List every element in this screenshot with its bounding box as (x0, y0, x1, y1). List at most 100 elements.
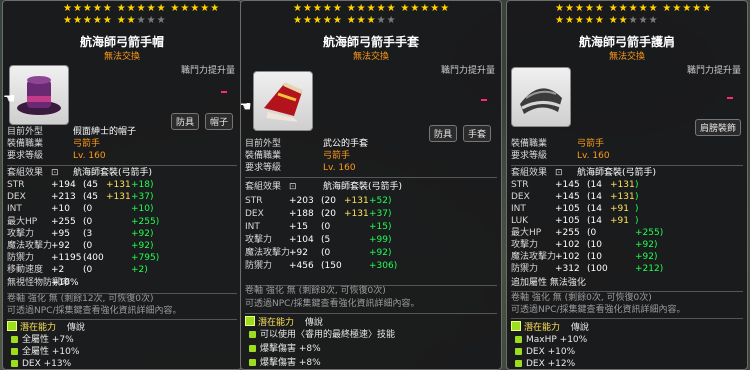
stat-label: 魔法攻擊力 (7, 241, 53, 251)
stat-star-bonus: +91 (610, 204, 629, 214)
stat-base: (45 (83, 180, 98, 190)
stat-total: +104 (289, 235, 314, 245)
trade-status: 無法交換 (608, 52, 645, 62)
stat-base: (10 (587, 252, 602, 262)
combat-power-label: 職鬥力提升量 (440, 66, 495, 76)
tag-category: 防具 (171, 113, 200, 130)
shoulder-item-icon (511, 67, 571, 127)
stat-diff-marker (727, 97, 733, 99)
potential-header: 潛在能力 傳說 (7, 321, 85, 333)
glove-item-icon (253, 71, 313, 131)
divider (511, 165, 743, 166)
item-title: 航海師弓箭手手套 (322, 35, 419, 49)
stat-total: +255 (555, 228, 580, 238)
stat-label: DEX (7, 192, 26, 203)
stat-diff-marker (221, 91, 227, 93)
stat-total: +145 (555, 180, 580, 190)
star-force-rows: ★★★★★ ★★★★★ ★★★★★ ★★★★★ ★★★★★ (63, 3, 221, 26)
stat-total: +145 (555, 192, 580, 202)
stat-base: (20 (321, 209, 336, 219)
stat-base: (0 (83, 265, 93, 276)
stat-total: +312 (555, 264, 580, 274)
stat-total: +105 (555, 216, 580, 226)
stat-label: 最大HP (7, 216, 38, 227)
stat-label: LUK (511, 216, 529, 226)
stat-label: 最大HP (511, 228, 542, 238)
stat-extra-bonus: +2) (131, 265, 148, 276)
stat-base: (400 (83, 253, 104, 264)
potential-icon (245, 316, 255, 326)
stat-extra-bonus: +255) (635, 228, 664, 238)
stat-star-bonus: +131 (106, 192, 131, 203)
stat-extra-bonus: +255) (131, 216, 160, 227)
stat-star-bonus: +131 (344, 196, 369, 206)
extra-attribute: 追加屬性 無法強化 (511, 278, 586, 288)
potential-line: MaxHP +10% (515, 334, 587, 346)
tag-slot: 手套 (463, 125, 492, 142)
stat-extra-bonus: +306) (369, 261, 398, 271)
stat-extra-bonus: +795) (131, 253, 160, 264)
potential-line: 爆擊傷害 +8% (249, 343, 321, 355)
stat-base: (100 (587, 264, 608, 274)
stat-base: (10 (587, 240, 602, 250)
stat-total: +213 (51, 192, 76, 203)
stat-label: INT (245, 222, 260, 232)
stat-extra-bonus: ) (635, 216, 639, 226)
stat-total: +10% (51, 277, 79, 288)
stat-base: (45 (83, 192, 98, 203)
divider (245, 177, 497, 178)
item-title: 航海師弓箭手護肩 (578, 35, 675, 49)
potential-icon (7, 321, 17, 331)
stat-base: (0 (321, 222, 331, 232)
stat-star-bonus: +131 (344, 209, 369, 219)
stat-base: (5 (321, 235, 331, 245)
stat-label: 移動速度 (7, 265, 44, 276)
divider (245, 313, 497, 314)
potential-line: DEX +12% (515, 358, 575, 369)
stat-total: +456 (289, 261, 314, 271)
stat-label: 防禦力 (245, 261, 273, 271)
potential-header: 潛在能力 傳說 (245, 316, 323, 328)
npc-note: 可透過NPC/採集鍵查看強化資訊詳細內容。 (7, 306, 182, 316)
stat-total: +92 (289, 248, 308, 258)
stat-base: (14 (587, 204, 602, 214)
stat-extra-bonus: ) (635, 192, 639, 202)
stat-base: (14 (587, 192, 602, 202)
stat-total: +95 (51, 228, 70, 239)
hat-item-icon (9, 65, 69, 125)
stat-base: (14 (587, 216, 602, 226)
stat-label: 防禦力 (7, 253, 35, 264)
pointer-icon: ☚ (240, 99, 252, 115)
item-tooltip-shoulder: ★★★★★ ★★★★★ ★★★★★ ★★★★★ ★★★★★ 航海師弓箭手護肩 無… (506, 0, 748, 370)
combat-power-label: 職鬥力提升量 (180, 66, 235, 76)
stat-base: (3 (83, 228, 93, 239)
stat-base: (150 (321, 261, 342, 271)
stat-label: STR (7, 180, 25, 190)
stat-label: DEX (511, 192, 530, 202)
divider (511, 318, 743, 319)
item-title: 航海師弓箭手帽 (79, 35, 164, 49)
item-tooltip-hat: ★★★★★ ★★★★★ ★★★★★ ★★★★★ ★★★★★ 航海師弓箭手帽 無法… (2, 0, 242, 370)
stat-label: 魔法攻擊力 (511, 252, 557, 262)
stat-label: INT (7, 204, 22, 215)
stat-base: (0 (83, 204, 93, 215)
enhance-info: 卷軸 強化 無 (剩餘12次, 可恢復0次) (7, 294, 154, 304)
star-force-rows: ★★★★★ ★★★★★ ★★★★★ ★★★★★ ★★★★★ (293, 3, 451, 26)
stat-extra-bonus: +212) (635, 264, 664, 274)
stat-label: DEX (245, 209, 264, 219)
stat-base: (0 (587, 228, 597, 238)
stat-extra-bonus: ) (635, 180, 639, 190)
stat-extra-bonus: +92) (131, 228, 154, 239)
npc-note: 可透過NPC/採集鍵查看強化資訊詳細內容。 (511, 305, 686, 315)
potential-line: DEX +10% (515, 346, 575, 358)
potential-line: 全屬性 +7% (11, 334, 74, 346)
stat-base: (0 (321, 248, 331, 258)
stat-star-bonus: +131 (106, 180, 131, 190)
stat-total: +188 (289, 209, 314, 219)
stat-star-bonus: +131 (610, 192, 635, 202)
stat-extra-bonus: +92) (369, 248, 392, 258)
stat-total: +255 (51, 216, 76, 227)
stat-diff-marker (481, 99, 487, 101)
stat-total: +102 (555, 240, 580, 250)
npc-note: 可透過NPC/採集鍵查看強化資訊詳細內容。 (245, 299, 420, 309)
